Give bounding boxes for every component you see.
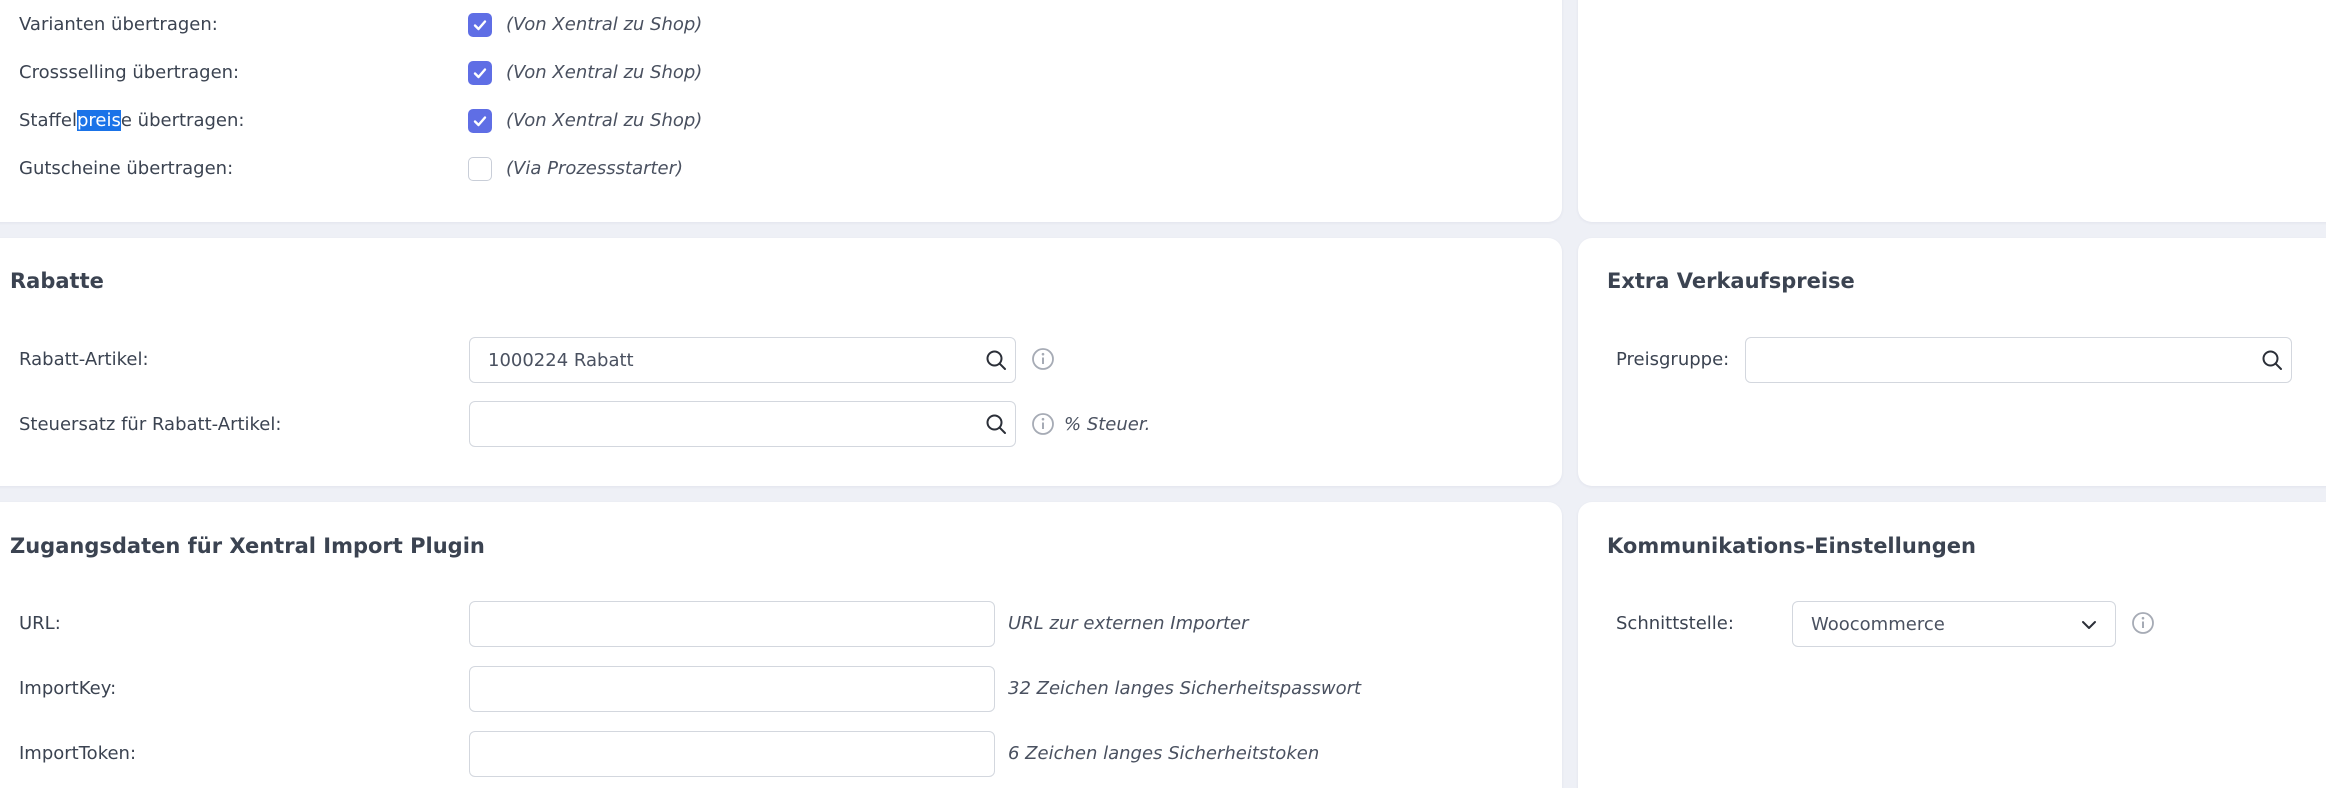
url-label: URL: [19,613,61,634]
rabatt-artikel-label: Rabatt-Artikel: [19,349,149,370]
importtoken-hint: 6 Zeichen langes Sicherheitstoken [1008,743,1320,764]
preisgruppe-input[interactable] [1745,337,2292,383]
gutscheine-hint: (Via Prozessstarter) [506,158,684,179]
info-icon[interactable] [1031,412,1055,436]
staffelpreise-label-pre: Staffel [19,110,77,131]
importtoken-input[interactable] [469,731,995,777]
steuersatz-label: Steuersatz für Rabatt-Artikel: [19,414,282,435]
rabatt-artikel-value: 1000224 Rabatt [488,350,634,371]
steuersatz-hint: % Steuer. [1064,414,1151,435]
check-icon [473,20,487,31]
crossselling-checkbox[interactable] [468,61,492,85]
zugangsdaten-title: Zugangsdaten für Xentral Import Plugin [10,534,485,558]
varianten-checkbox[interactable] [468,13,492,37]
search-icon[interactable] [985,349,1007,371]
importtoken-label: ImportToken: [19,743,137,764]
steuersatz-input[interactable] [469,401,1016,447]
crossselling-hint: (Von Xentral zu Shop) [506,62,703,83]
transfer-label-varianten: Varianten übertragen: [19,14,218,35]
info-icon[interactable] [1031,347,1055,371]
rabatte-title: Rabatte [10,269,104,293]
importkey-hint: 32 Zeichen langes Sicherheitspasswort [1008,678,1362,699]
varianten-hint: (Von Xentral zu Shop) [506,14,703,35]
text-selection: preis [77,110,121,131]
staffelpreise-hint: (Von Xentral zu Shop) [506,110,703,131]
check-icon [473,116,487,127]
rabatt-artikel-input[interactable]: 1000224 Rabatt [469,337,1016,383]
transfer-label-gutscheine: Gutscheine übertragen: [19,158,234,179]
url-input[interactable] [469,601,995,647]
url-hint: URL zur externen Importer [1008,613,1249,634]
info-icon[interactable] [2131,611,2155,635]
kommunikation-title: Kommunikations-Einstellungen [1607,534,1976,558]
schnittstelle-select[interactable]: Woocommerce [1792,601,2116,647]
gutscheine-checkbox[interactable] [468,157,492,181]
importkey-label: ImportKey: [19,678,117,699]
preisgruppe-label: Preisgruppe: [1616,349,1730,370]
search-icon[interactable] [2261,349,2283,371]
top-right-card [1578,0,2326,222]
search-icon[interactable] [985,413,1007,435]
schnittstelle-value: Woocommerce [1811,614,1945,635]
staffelpreise-label-post: e übertragen: [120,110,245,131]
schnittstelle-label: Schnittstelle: [1616,613,1734,634]
transfer-label-crossselling: Crossselling übertragen: [19,62,240,83]
check-icon [473,68,487,79]
importkey-input[interactable] [469,666,995,712]
transfer-label-staffelpreise: Staffelpreise übertragen: [19,110,244,131]
staffelpreise-checkbox[interactable] [468,109,492,133]
chevron-down-icon [2082,621,2096,629]
extra-verkaufspreise-title: Extra Verkaufspreise [1607,269,1855,293]
